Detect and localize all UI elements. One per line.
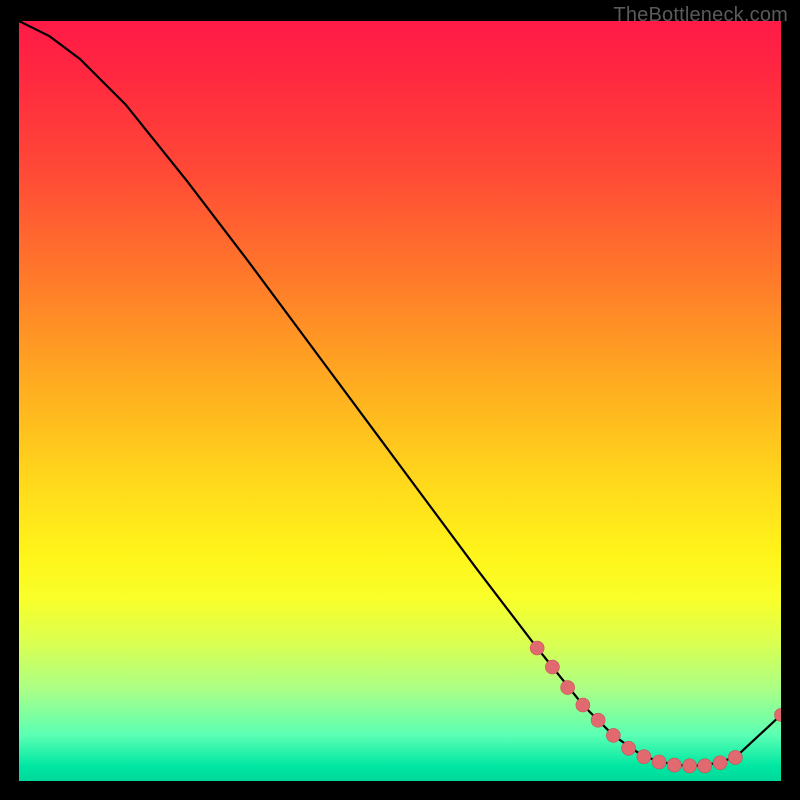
highlight-dot — [652, 755, 666, 769]
highlight-dot — [713, 756, 727, 770]
highlight-dot — [576, 698, 590, 712]
highlight-dot — [561, 681, 575, 695]
watermark-text: TheBottleneck.com — [613, 4, 788, 27]
endpoint-marker — [775, 708, 782, 721]
highlight-dot — [637, 750, 651, 764]
highlight-dot — [622, 741, 636, 755]
plot-area — [19, 21, 781, 781]
descending-highlight — [530, 641, 605, 727]
highlight-dot — [667, 758, 681, 772]
highlight-dot — [530, 641, 544, 655]
chart-container: TheBottleneck.com — [0, 0, 800, 800]
highlight-dot — [606, 728, 620, 742]
points-layer — [19, 21, 781, 781]
highlight-dot — [728, 750, 742, 764]
highlight-dot — [591, 713, 605, 727]
highlight-dot — [683, 759, 697, 773]
highlight-dot — [545, 660, 559, 674]
valley-highlight — [606, 728, 742, 772]
highlight-dot — [698, 759, 712, 773]
